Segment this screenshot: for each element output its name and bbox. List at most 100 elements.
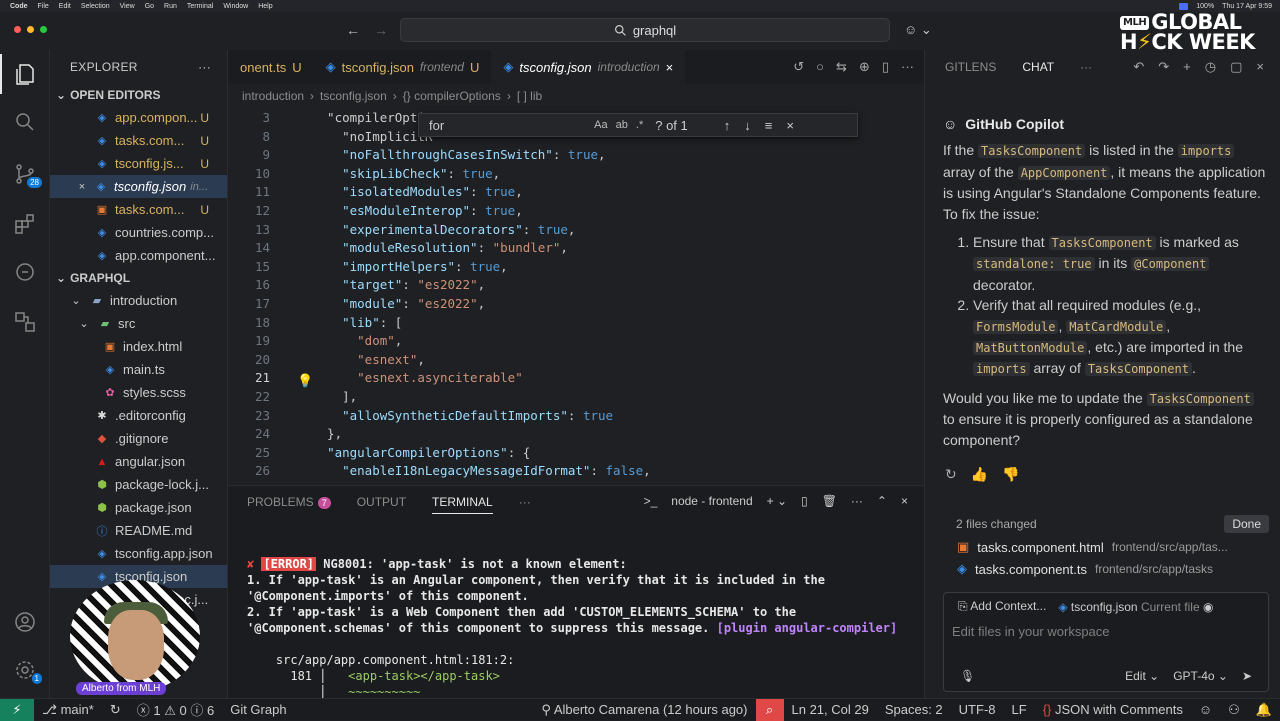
tree-file[interactable]: ▲ angular.json — [50, 450, 227, 473]
code-line[interactable]: "target": "es2022", — [312, 277, 485, 292]
thumbs-up-icon[interactable]: 👍 — [971, 466, 988, 483]
tab-terminal[interactable]: TERMINAL — [432, 495, 493, 514]
language-mode[interactable]: {} JSON with Comments — [1035, 702, 1191, 717]
line-ending[interactable]: LF — [1004, 702, 1035, 717]
trash-icon[interactable]: 🗑 — [822, 494, 837, 508]
tree-folder[interactable]: ⌄ ▰ introduction — [50, 289, 227, 312]
changed-file[interactable]: ◈ tasks.component.ts frontend/src/app/task… — [943, 558, 1269, 580]
open-editor-item[interactable]: ◈ tsconfig.js... U — [50, 152, 227, 175]
source-control-icon[interactable]: 28 — [0, 154, 50, 194]
timeline-icon[interactable]: ↺ — [793, 59, 804, 75]
history-icon[interactable]: ◷ — [1205, 59, 1216, 75]
code-editor[interactable]: 3 "compilerOptio 8 "noImplicitR 9 "noFallt… — [228, 108, 924, 485]
git-blame[interactable]: ⚲ Alberto Camarena (12 hours ago) — [533, 702, 755, 718]
tab-tsconfig-frontend[interactable]: ◈ tsconfig.json frontend U — [314, 50, 492, 84]
maximize-window-button[interactable] — [40, 26, 47, 33]
breadcrumb-item[interactable]: introduction — [242, 89, 304, 103]
tree-file[interactable]: ⓘ README.md — [50, 519, 227, 542]
open-editor-item[interactable]: ◈ app.component... — [50, 244, 227, 267]
close-icon[interactable]: × — [1256, 59, 1264, 75]
thumbs-down-icon[interactable]: 👎 — [1002, 466, 1019, 483]
microphone-icon[interactable]: 🎙 — [960, 669, 975, 683]
problems-indicator[interactable]: ⓧ 1 ⚠ 0 ⓘ 6 — [129, 700, 222, 719]
close-icon[interactable]: × — [901, 494, 908, 508]
changed-file[interactable]: ▣ tasks.component.html frontend/src/app/ta… — [943, 536, 1269, 558]
code-line[interactable]: "moduleResolution": "bundler", — [312, 240, 568, 255]
code-line[interactable]: "enableI18nLegacyMessageIdFormat": false… — [312, 463, 651, 478]
regex-icon[interactable]: .* — [636, 119, 643, 131]
maximize-icon[interactable]: ▢ — [1230, 59, 1242, 75]
code-line[interactable]: "skipLibCheck": true, — [312, 166, 500, 181]
tab-chat[interactable]: CHAT — [1022, 60, 1054, 74]
code-line[interactable]: "importHelpers": true, — [312, 259, 508, 274]
open-editor-item[interactable]: ▣ tasks.com... U — [50, 198, 227, 221]
tab-problems[interactable]: PROBLEMS 7 — [247, 495, 331, 509]
notifications-icon[interactable]: 🔔 — [1248, 702, 1280, 718]
close-tab-icon[interactable]: × — [666, 60, 674, 75]
terminal-output[interactable]: ✘ [ERROR] NG8001: 'app-task' is not a kn… — [247, 556, 917, 700]
tree-file[interactable]: ◈ tsconfig.app.json — [50, 542, 227, 565]
new-chat-icon[interactable]: + — [1183, 59, 1191, 75]
menu-run[interactable]: Run — [164, 3, 177, 10]
remote-explorer-icon[interactable] — [0, 302, 50, 342]
code-line[interactable]: ], — [312, 389, 357, 404]
cursor-position[interactable]: Ln 21, Col 29 — [784, 702, 877, 717]
menu-go[interactable]: Go — [145, 3, 154, 10]
menu-view[interactable]: View — [120, 3, 135, 10]
tab-component-ts[interactable]: onent.ts U — [228, 50, 314, 84]
extensions-icon[interactable] — [0, 204, 50, 244]
eye-icon[interactable]: ◉ — [1203, 600, 1213, 614]
sync-icon[interactable]: ↻ — [102, 702, 129, 718]
find-input[interactable]: for — [429, 118, 444, 133]
circle-icon[interactable]: ○ — [816, 59, 824, 75]
close-icon[interactable]: × — [786, 118, 794, 133]
tab-tsconfig-introduction[interactable]: ◈ tsconfig.json introduction × — [491, 50, 686, 84]
breadcrumb-item[interactable]: [ ] lib — [517, 89, 542, 103]
code-line[interactable]: "noFallthroughCasesInSwitch": true, — [312, 147, 605, 162]
tree-file[interactable]: ▣ index.html — [50, 335, 227, 358]
open-editor-item[interactable]: ◈ tasks.com... U — [50, 129, 227, 152]
code-line[interactable]: "esModuleInterop": true, — [312, 203, 523, 218]
settings-gear-icon[interactable]: 1 — [0, 650, 50, 690]
open-editor-item[interactable]: ◈ app.compon... U — [50, 106, 227, 129]
git-graph-button[interactable]: Git Graph — [222, 702, 294, 717]
lightbulb-icon[interactable]: 💡 — [297, 373, 313, 389]
menu-help[interactable]: Help — [258, 3, 272, 10]
back-arrow-icon[interactable]: ← — [346, 22, 360, 38]
remote-icon[interactable]: ⚡ — [0, 698, 34, 721]
account-icon[interactable] — [0, 602, 50, 642]
indentation[interactable]: Spaces: 2 — [877, 702, 951, 717]
context-file-chip[interactable]: ◈ tsconfig.json Current file ◉ — [1058, 600, 1213, 614]
copilot-menu-icon[interactable]: ☺ ⌄ — [904, 22, 932, 38]
menu-window[interactable]: Window — [223, 3, 248, 10]
search-status-icon[interactable]: ⌕ — [755, 698, 784, 721]
accounts-icon[interactable]: ⚇ — [1220, 702, 1248, 718]
close-window-button[interactable] — [14, 26, 21, 33]
breadcrumb-item[interactable]: {} compilerOptions — [403, 89, 501, 103]
code-line[interactable]: "noImplicitR — [312, 129, 432, 144]
more-actions-icon[interactable]: ··· — [198, 60, 211, 74]
search-icon[interactable] — [0, 102, 50, 142]
tree-file[interactable]: ⬢ package-lock.j... — [50, 473, 227, 496]
code-line[interactable]: "esnext", — [312, 352, 425, 367]
tree-file[interactable]: ◆ .gitignore — [50, 427, 227, 450]
code-line[interactable]: "compilerOptio — [312, 110, 432, 125]
code-line[interactable]: "module": "es2022", — [312, 296, 485, 311]
breadcrumb-item[interactable]: tsconfig.json — [320, 89, 387, 103]
menu-selection[interactable]: Selection — [81, 3, 110, 10]
retry-icon[interactable]: ↻ — [945, 466, 957, 483]
more-icon[interactable]: ··· — [901, 59, 914, 75]
tree-file[interactable]: ✱ .editorconfig — [50, 404, 227, 427]
menu-app[interactable]: Code — [10, 3, 28, 10]
terminal-name[interactable]: node - frontend — [671, 494, 752, 508]
tree-file[interactable]: ◈ main.ts — [50, 358, 227, 381]
code-line[interactable]: "lib": [ — [312, 315, 402, 330]
menu-file[interactable]: File — [38, 3, 49, 10]
tree-file[interactable]: ✿ styles.scss — [50, 381, 227, 404]
more-icon[interactable]: ··· — [851, 494, 863, 508]
more-icon[interactable]: ··· — [1080, 60, 1092, 74]
code-line[interactable]: "esnext.asynciterable" — [312, 370, 523, 385]
split-terminal-icon[interactable]: ▯ — [801, 494, 808, 508]
menu-terminal[interactable]: Terminal — [187, 3, 213, 10]
tab-gitlens[interactable]: GITLENS — [945, 60, 996, 74]
